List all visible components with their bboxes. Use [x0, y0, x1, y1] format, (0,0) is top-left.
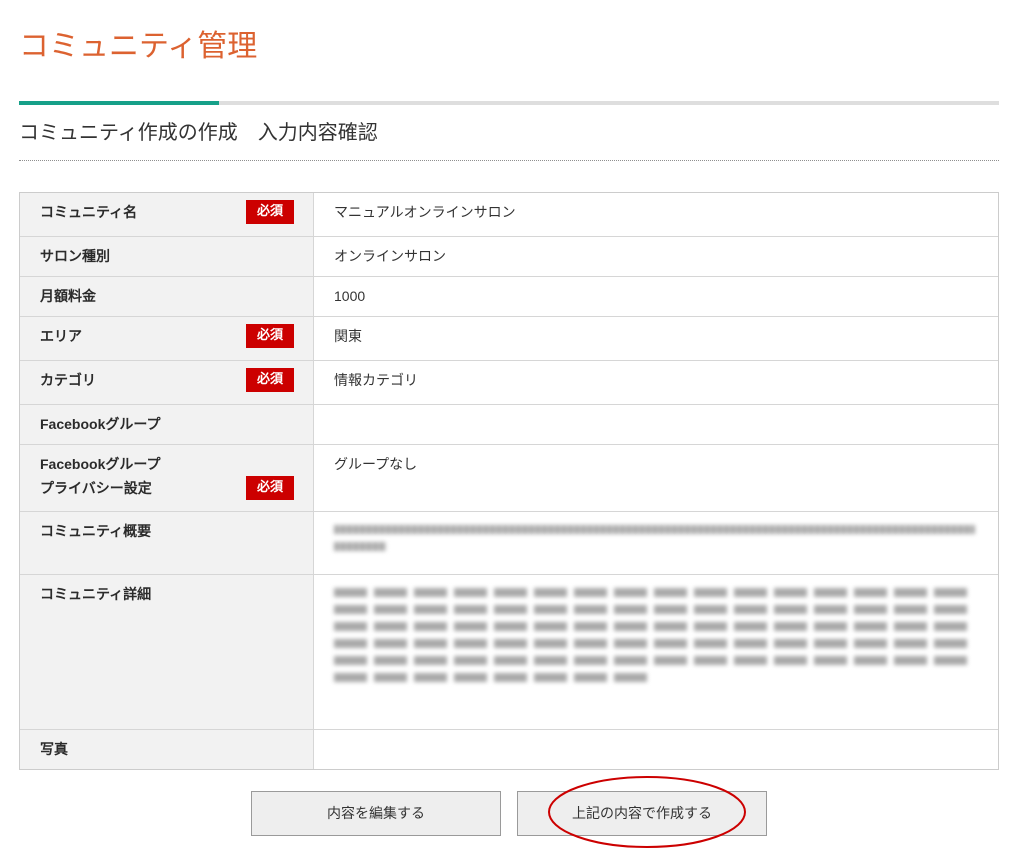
facebook-group-value-cell: [314, 405, 998, 444]
obscured-text-line: [334, 542, 386, 551]
obscured-text-line: [334, 656, 967, 665]
form-row-community-summary: コミュニティ概要 必須: [20, 512, 998, 575]
category-value: 情報カテゴリ: [334, 372, 418, 388]
photo-label-cell: 写真 必須: [20, 730, 314, 769]
section-title: コミュニティ作成の作成 入力内容確認: [19, 122, 378, 144]
salon-type-label: サロン種別: [40, 248, 110, 264]
monthly-fee-value-cell: 1000: [314, 277, 998, 316]
facebook-privacy-label: Facebookグループ プライバシー設定: [40, 456, 161, 496]
form-row-monthly-fee: 月額料金 必須 1000: [20, 277, 998, 317]
confirm-page: コミュニティ管理 コミュニティ作成の作成 入力内容確認 コミュニティ名 必須 マ…: [0, 0, 1023, 864]
form-row-category: カテゴリ 必須 情報カテゴリ: [20, 361, 998, 405]
form-row-community-detail: コミュニティ詳細 必須: [20, 575, 998, 730]
obscured-text-line: [334, 673, 647, 682]
title-divider-accent: [19, 101, 219, 105]
obscured-value: [334, 525, 978, 551]
obscured-text-line: [334, 605, 967, 614]
obscured-text-line: [334, 588, 967, 597]
obscured-text-line: [334, 622, 967, 631]
form-row-area: エリア 必須 関東: [20, 317, 998, 361]
area-label: エリア: [40, 328, 82, 344]
photo-label: 写真: [40, 741, 68, 757]
form-row-photo: 写真 必須: [20, 730, 998, 769]
community-detail-value-cell: [314, 575, 998, 729]
community-name-value-cell: マニュアルオンラインサロン: [314, 193, 998, 236]
category-value-cell: 情報カテゴリ: [314, 361, 998, 404]
monthly-fee-value: 1000: [334, 288, 366, 304]
area-value: 関東: [334, 328, 362, 344]
confirmation-table: コミュニティ名 必須 マニュアルオンラインサロン サロン種別 必須 オンラインサ…: [19, 192, 999, 770]
salon-type-value: オンラインサロン: [334, 248, 446, 264]
form-row-facebook-privacy: Facebookグループ プライバシー設定 必須 グループなし: [20, 445, 998, 512]
community-summary-label-cell: コミュニティ概要 必須: [20, 512, 314, 574]
required-badge: 必須: [246, 324, 294, 348]
facebook-privacy-label-cell: Facebookグループ プライバシー設定 必須: [20, 445, 314, 511]
monthly-fee-label: 月額料金: [40, 288, 96, 304]
area-label-cell: エリア 必須: [20, 317, 314, 360]
facebook-group-label-cell: Facebookグループ 必須: [20, 405, 314, 444]
form-row-salon-type: サロン種別 必須 オンラインサロン: [20, 237, 998, 277]
community-name-label-cell: コミュニティ名 必須: [20, 193, 314, 236]
facebook-privacy-value-cell: グループなし: [314, 445, 998, 511]
category-label: カテゴリ: [40, 372, 96, 388]
monthly-fee-label-cell: 月額料金 必須: [20, 277, 314, 316]
category-label-cell: カテゴリ 必須: [20, 361, 314, 404]
community-summary-value-cell: [314, 512, 998, 574]
title-divider-bar: [19, 101, 999, 105]
required-badge: 必須: [246, 368, 294, 392]
page-title: コミュニティ管理: [19, 30, 258, 63]
community-name-value: マニュアルオンラインサロン: [334, 204, 516, 220]
area-value-cell: 関東: [314, 317, 998, 360]
facebook-privacy-value: グループなし: [334, 456, 418, 472]
obscured-value: [334, 588, 978, 682]
salon-type-value-cell: オンラインサロン: [314, 237, 998, 276]
form-row-facebook-group: Facebookグループ 必須: [20, 405, 998, 445]
salon-type-label-cell: サロン種別 必須: [20, 237, 314, 276]
required-badge: 必須: [246, 476, 294, 500]
community-detail-label: コミュニティ詳細: [40, 586, 152, 602]
community-name-label: コミュニティ名: [40, 204, 138, 220]
facebook-group-label: Facebookグループ: [40, 416, 161, 432]
obscured-text-line: [334, 525, 975, 534]
community-summary-label: コミュニティ概要: [40, 523, 152, 539]
dotted-divider: [19, 160, 999, 161]
create-submit-button[interactable]: 上記の内容で作成する: [517, 791, 767, 836]
required-badge: 必須: [246, 200, 294, 224]
photo-value-cell: [314, 730, 998, 769]
community-detail-label-cell: コミュニティ詳細 必須: [20, 575, 314, 729]
obscured-text-line: [334, 639, 967, 648]
form-row-community-name: コミュニティ名 必須 マニュアルオンラインサロン: [20, 193, 998, 237]
edit-content-button[interactable]: 内容を編集する: [251, 791, 501, 836]
